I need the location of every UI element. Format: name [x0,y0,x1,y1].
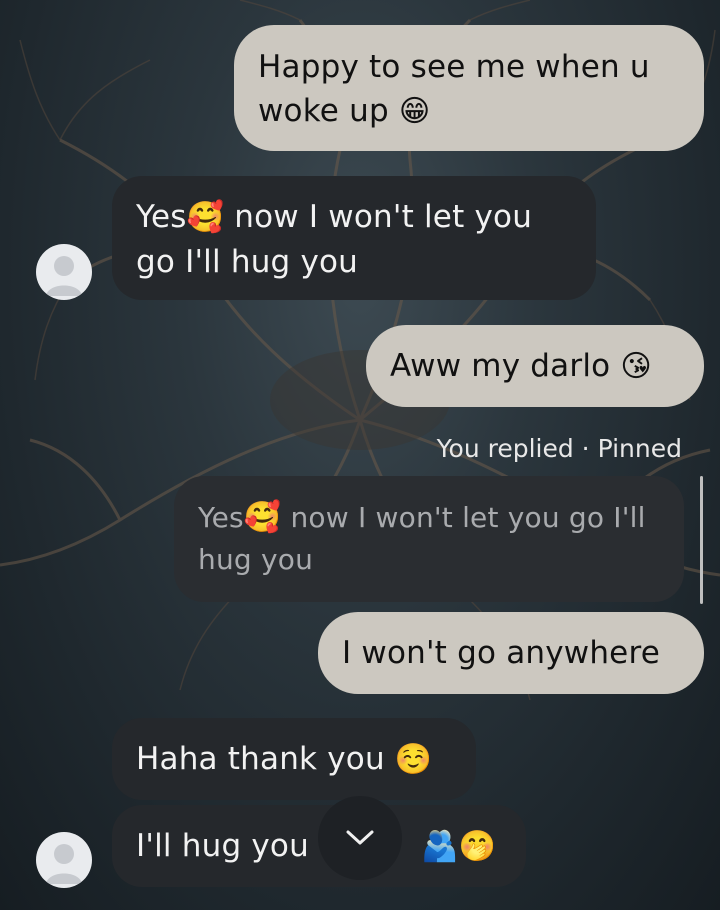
grinning-emoji-icon: 😁 [398,94,431,129]
smiling-face-emoji-icon: ☺️ [394,742,433,777]
quoted-text-start: Yes [198,501,244,534]
message-incoming[interactable]: Yes🥰 now I won't let you go I'll hug you [112,176,596,300]
kissing-face-emoji-icon: 😘 [620,349,652,384]
message-outgoing[interactable]: I won't go anywhere [318,612,704,694]
message-text-start: Yes [136,199,187,235]
message-outgoing[interactable]: Aww my darlo 😘 [366,325,704,407]
reply-thread-line [700,476,703,604]
message-text: Haha thank you [136,741,385,777]
avatar[interactable] [36,832,92,888]
message-text: I'll hug you [136,828,309,864]
chevron-down-icon [346,830,374,845]
message-outgoing[interactable]: Happy to see me when u woke up 😁 [234,25,704,151]
message-text: Aww my darlo [390,348,611,384]
smiling-hearts-emoji-icon: 🥰 [186,200,225,235]
smiling-hearts-emoji-icon: 🥰 [243,500,282,535]
scroll-to-bottom-button[interactable] [318,796,402,880]
quoted-message[interactable]: Yes🥰 now I won't let you go I'll hug you [174,476,684,602]
avatar[interactable] [36,244,92,300]
message-text: Happy to see me when u woke up [258,49,650,129]
message-incoming[interactable]: Haha thank you ☺️ [112,718,476,800]
reply-meta: You replied · Pinned [436,434,682,463]
message-text: I won't go anywhere [342,635,660,671]
hug-and-hand-over-mouth-emoji-icon: 🫂🤭 [421,829,497,864]
